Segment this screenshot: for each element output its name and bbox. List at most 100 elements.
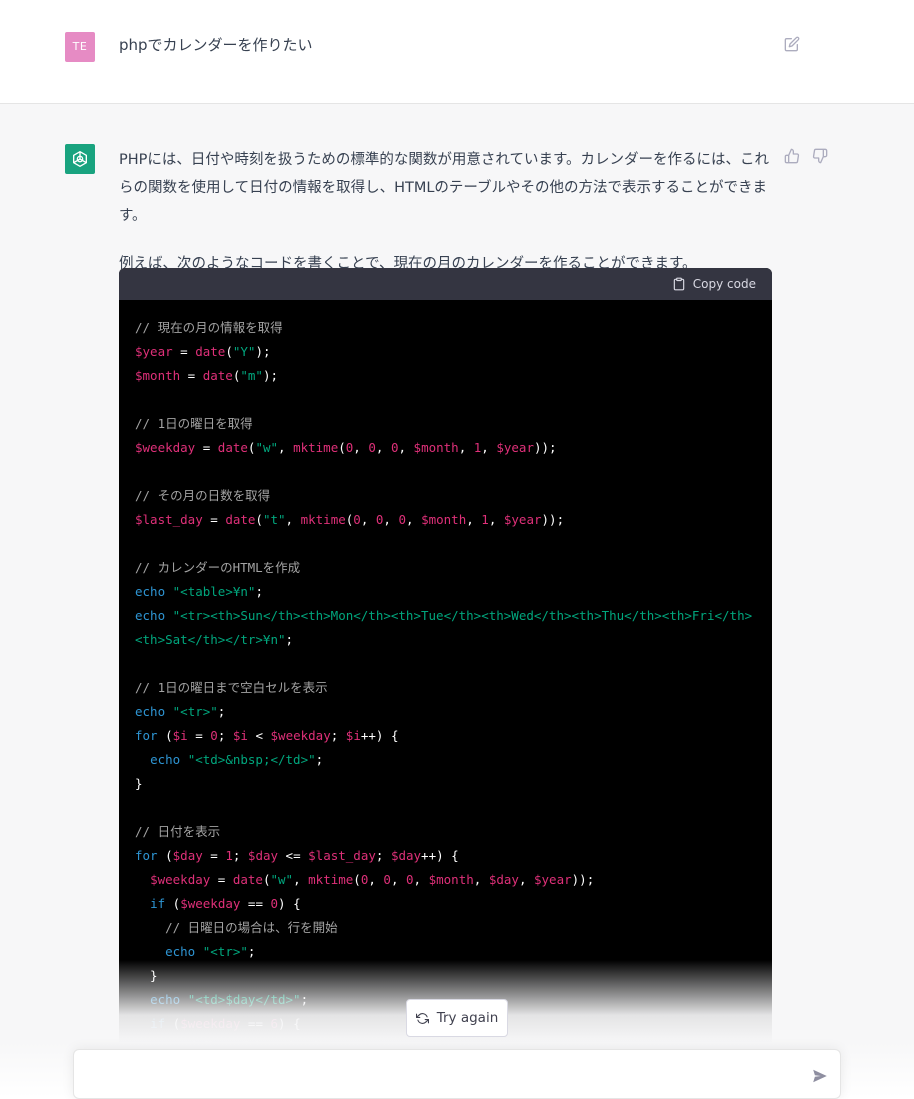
code-token: echo bbox=[135, 584, 166, 599]
chatgpt-logo-icon bbox=[65, 144, 95, 174]
chat-input[interactable] bbox=[88, 1062, 792, 1090]
code-token: $day bbox=[247, 848, 279, 863]
code-token: date bbox=[232, 872, 263, 887]
code-token: , bbox=[466, 512, 482, 527]
code-token: $weekday bbox=[135, 440, 196, 455]
code-token: , bbox=[473, 872, 489, 887]
code-token: $day bbox=[488, 872, 519, 887]
code-token: ); bbox=[255, 344, 271, 359]
code-line: if ($weekday == 0) { bbox=[135, 892, 756, 916]
code-token: "Y" bbox=[232, 344, 256, 359]
clipboard-icon bbox=[673, 277, 685, 291]
code-token: ; bbox=[315, 752, 324, 767]
edit-icon[interactable] bbox=[784, 36, 800, 52]
code-token: , bbox=[406, 512, 422, 527]
code-token: 0 bbox=[398, 512, 406, 527]
code-token: // その月の日数を取得 bbox=[135, 488, 271, 503]
code-token: <= bbox=[278, 848, 309, 863]
code-token: mktime bbox=[308, 872, 354, 887]
code-line: echo "<table>¥n"; bbox=[135, 580, 756, 604]
code-line: echo "<tr><th>Sun</th><th>Mon</th><th>Tu… bbox=[135, 604, 756, 628]
code-token: , bbox=[278, 440, 294, 455]
code-token: for bbox=[135, 728, 158, 743]
code-token: "w" bbox=[255, 440, 279, 455]
code-token: ( bbox=[157, 728, 173, 743]
code-token: $month bbox=[135, 368, 181, 383]
assistant-paragraph: PHPには、日付や時刻を扱うための標準的な関数が用意されています。カレンダーを作… bbox=[119, 152, 770, 224]
code-token: )); bbox=[541, 512, 565, 527]
refresh-icon bbox=[415, 1012, 429, 1024]
code-token: mktime bbox=[300, 512, 346, 527]
code-token: , bbox=[285, 512, 301, 527]
code-token: 0 bbox=[406, 872, 414, 887]
try-again-button[interactable]: Try again bbox=[406, 999, 508, 1037]
code-token: "<tr>" bbox=[172, 704, 218, 719]
code-token: "<tr>" bbox=[202, 944, 248, 959]
code-line: $month = date("m"); bbox=[135, 364, 756, 388]
code-token: // 現在の月の情報を取得 bbox=[135, 320, 283, 335]
code-token: , bbox=[375, 440, 391, 455]
code-token: } bbox=[135, 776, 143, 791]
code-token: // 日付を表示 bbox=[135, 824, 221, 839]
code-token: "<tr><th>Sun</th><th>Mon</th><th>Tue</th… bbox=[172, 608, 753, 623]
copy-code-button[interactable]: Copy code bbox=[672, 276, 756, 292]
code-line: echo "<td>&nbsp;</td>"; bbox=[135, 748, 756, 772]
code-token: $weekday bbox=[270, 728, 331, 743]
code-token: = bbox=[202, 512, 226, 527]
code-token: $i bbox=[232, 728, 248, 743]
assistant-message-row: PHPには、日付や時刻を扱うための標準的な関数が用意されています。カレンダーを作… bbox=[0, 104, 914, 1098]
code-line: for ($day = 1; $day <= $last_day; $day++… bbox=[135, 844, 756, 868]
code-token: $day bbox=[172, 848, 203, 863]
code-token: , bbox=[383, 512, 399, 527]
code-token: ( bbox=[353, 872, 361, 887]
code-line: ​ bbox=[135, 532, 756, 556]
code-token: <th>Sat</th></tr>¥n" bbox=[135, 632, 286, 647]
code-token: $year bbox=[503, 512, 542, 527]
code-token: , bbox=[518, 872, 534, 887]
code-token: echo bbox=[165, 944, 196, 959]
thumbs-down-icon[interactable] bbox=[812, 148, 828, 164]
code-token: for bbox=[135, 848, 158, 863]
code-token: "m" bbox=[240, 368, 263, 383]
code-token: ; bbox=[217, 728, 233, 743]
code-token: )); bbox=[534, 440, 557, 455]
code-token: 0 bbox=[383, 872, 391, 887]
code-token: // カレンダーのHTMLを作成 bbox=[135, 560, 301, 575]
code-block-header: Copy code bbox=[119, 268, 772, 300]
code-token: $year bbox=[496, 440, 534, 455]
code-token: "<table>¥n" bbox=[172, 584, 256, 599]
code-token: ( bbox=[157, 848, 173, 863]
code-line: // カレンダーのHTMLを作成 bbox=[135, 556, 756, 580]
code-line: $year = date("Y"); bbox=[135, 340, 756, 364]
user-message-text: phpでカレンダーを作りたい bbox=[119, 36, 313, 54]
thumbs-up-icon[interactable] bbox=[784, 148, 800, 164]
code-token: = bbox=[195, 440, 218, 455]
code-token: , bbox=[390, 872, 407, 887]
code-line: $last_day = date("t", mktime(0, 0, 0, $m… bbox=[135, 508, 756, 532]
code-token: date bbox=[225, 512, 256, 527]
code-token: 1 bbox=[225, 848, 233, 863]
code-token: , bbox=[353, 440, 369, 455]
code-token: ; bbox=[217, 704, 226, 719]
code-token: < bbox=[247, 728, 271, 743]
code-token: = bbox=[210, 872, 233, 887]
code-token: $month bbox=[413, 440, 459, 455]
code-token: date bbox=[217, 440, 248, 455]
send-icon[interactable] bbox=[812, 1068, 828, 1084]
code-token: $i bbox=[345, 728, 361, 743]
code-token: echo bbox=[150, 752, 181, 767]
code-token: $day bbox=[390, 848, 422, 863]
code-token: if bbox=[150, 896, 166, 911]
code-token: ; bbox=[232, 848, 248, 863]
code-token: $weekday bbox=[150, 872, 211, 887]
code-line: ​ bbox=[135, 796, 756, 820]
code-token: // 1日の曜日を取得 bbox=[135, 416, 253, 431]
code-token: ( bbox=[225, 344, 233, 359]
code-token: $last_day bbox=[308, 848, 376, 863]
code-token: ) { bbox=[278, 896, 301, 911]
code-token: echo bbox=[135, 704, 166, 719]
